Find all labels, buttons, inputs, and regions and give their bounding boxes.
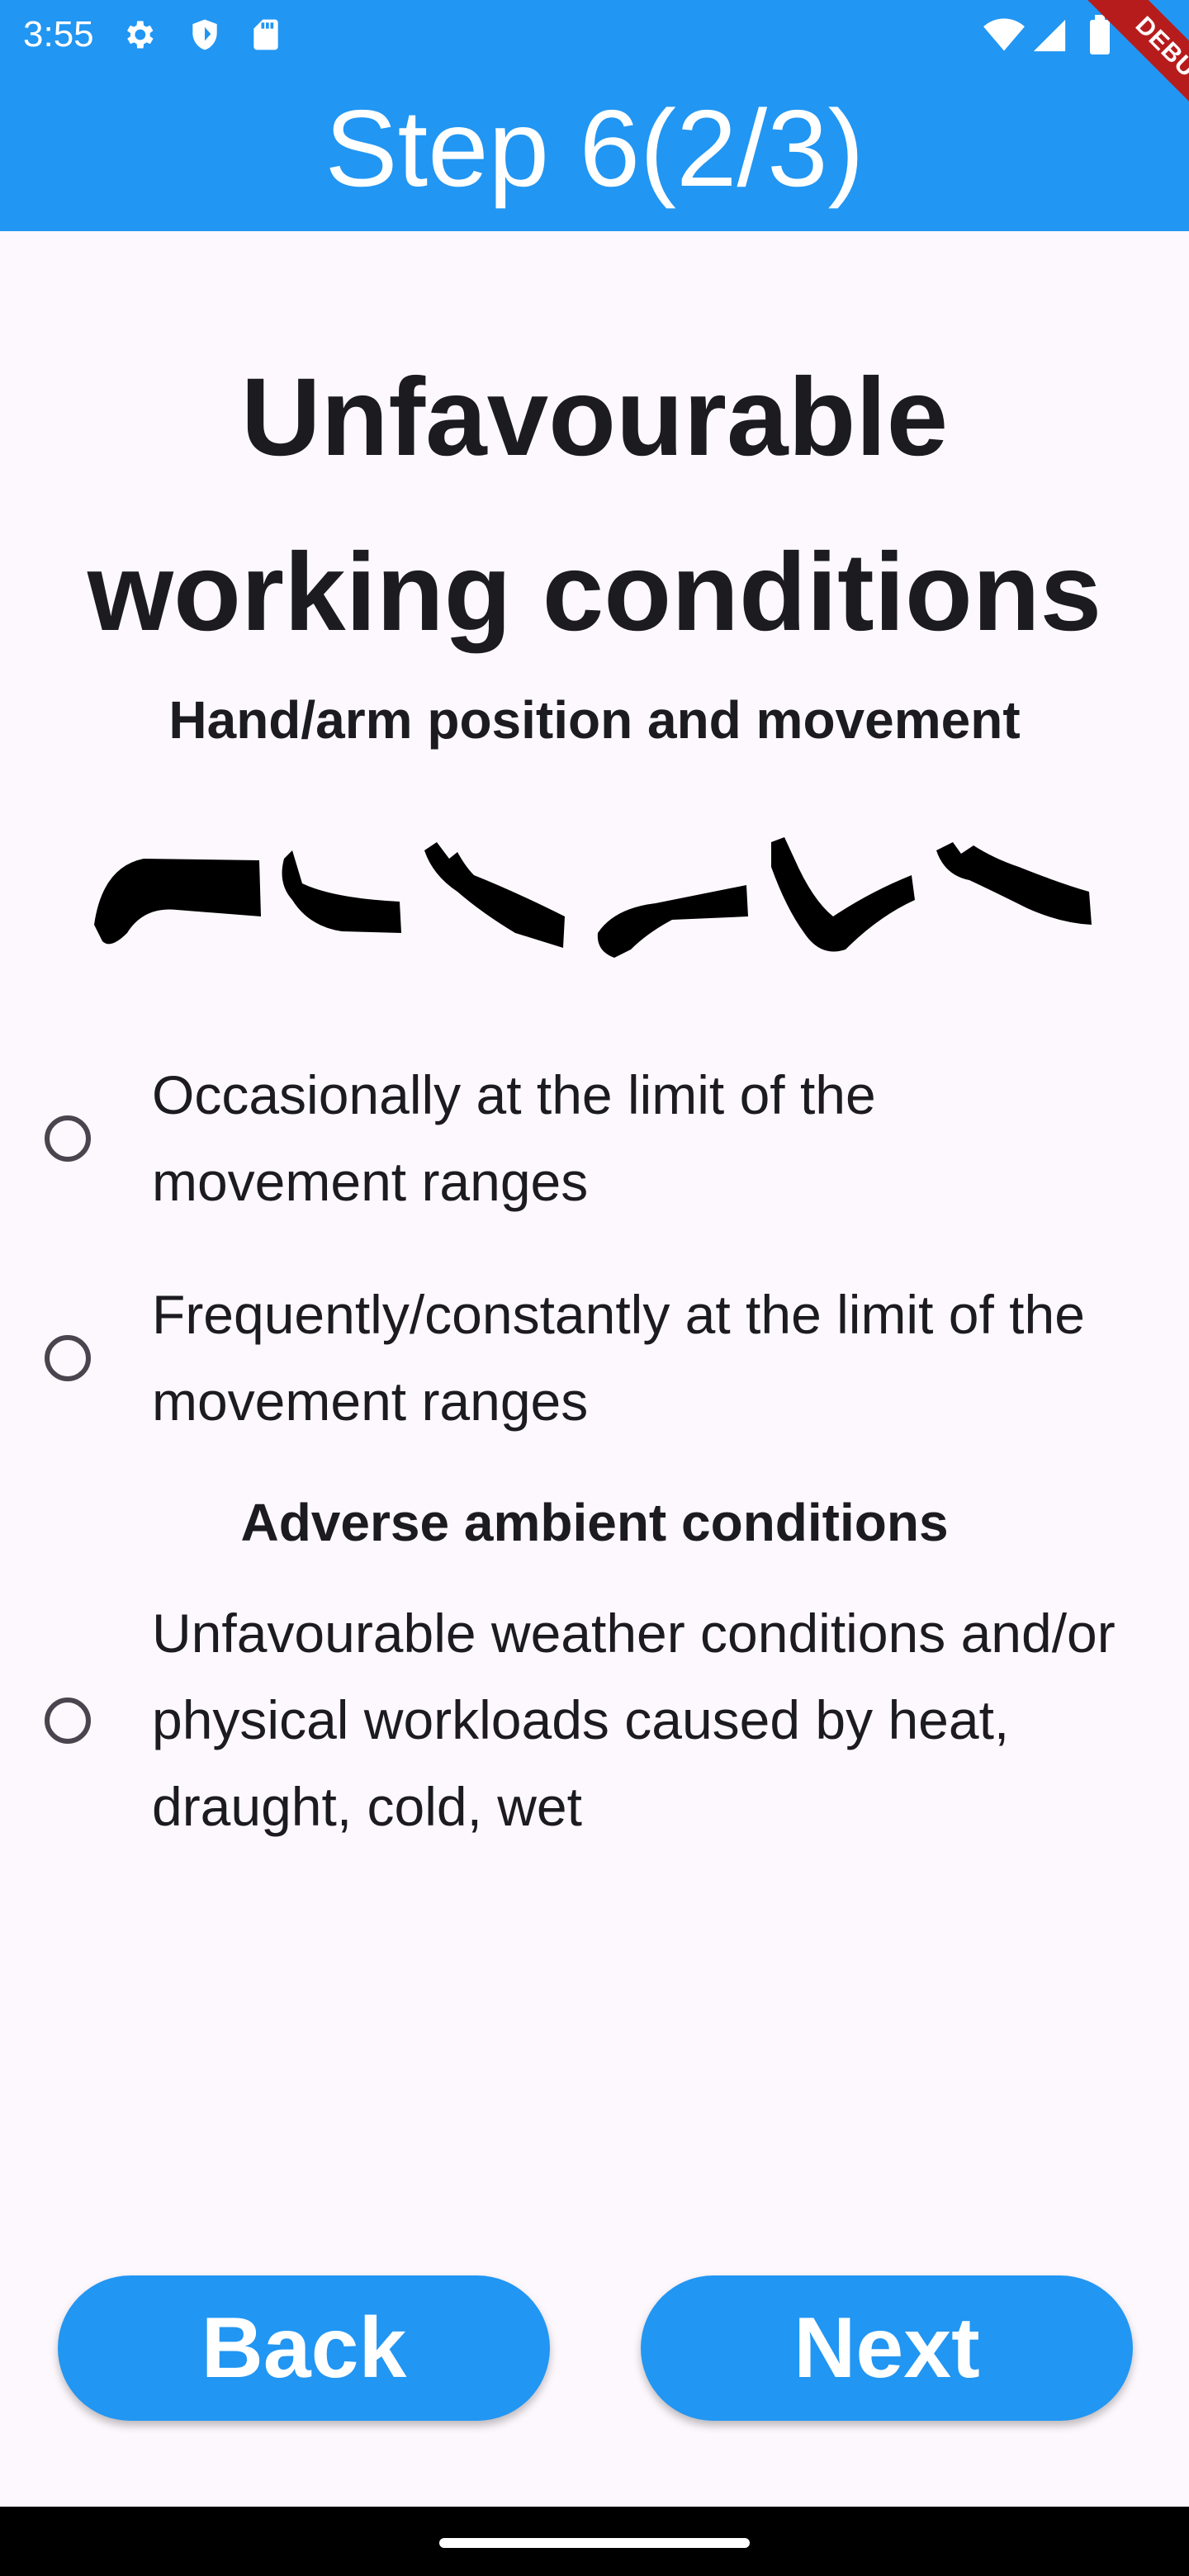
section-heading-hand-arm: Hand/arm position and movement (168, 690, 1021, 750)
option-label: Frequently/constantly at the limit of th… (152, 1284, 1085, 1432)
navigation-bar (0, 2507, 1189, 2576)
radio-button[interactable] (45, 1335, 91, 1381)
option-frequently-limit[interactable]: Frequently/constantly at the limit of th… (33, 1271, 1156, 1445)
arm-positions-illustration (94, 837, 1092, 958)
cell-signal-icon (1033, 19, 1066, 52)
radio-button[interactable] (45, 1697, 91, 1744)
gear-icon (127, 21, 154, 49)
option-occasionally-limit[interactable]: Occasionally at the limit of the movemen… (33, 1052, 1156, 1225)
home-gesture-handle[interactable] (439, 2538, 750, 2548)
shield-icon (192, 19, 217, 50)
option-label: Unfavourable weather conditions and/or p… (152, 1603, 1116, 1837)
option-label: Occasionally at the limit of the movemen… (152, 1064, 876, 1212)
option-weather-conditions[interactable]: Unfavourable weather conditions and/or p… (33, 1590, 1156, 1850)
radio-button[interactable] (45, 1115, 91, 1162)
section-heading-ambient: Adverse ambient conditions (240, 1493, 949, 1552)
app-bar-title: Step 6(2/3) (324, 88, 865, 209)
app-bar: 3:55 Step 6(2/3) DEBUG (0, 0, 1189, 231)
page-title: Unfavourable working conditions (87, 356, 1102, 654)
status-bar: 3:55 (0, 0, 1189, 69)
status-time: 3:55 (23, 14, 94, 54)
back-button[interactable]: Back (58, 2275, 550, 2421)
wifi-icon (983, 18, 1025, 51)
sd-card-icon (253, 19, 278, 50)
next-button[interactable]: Next (641, 2275, 1133, 2421)
